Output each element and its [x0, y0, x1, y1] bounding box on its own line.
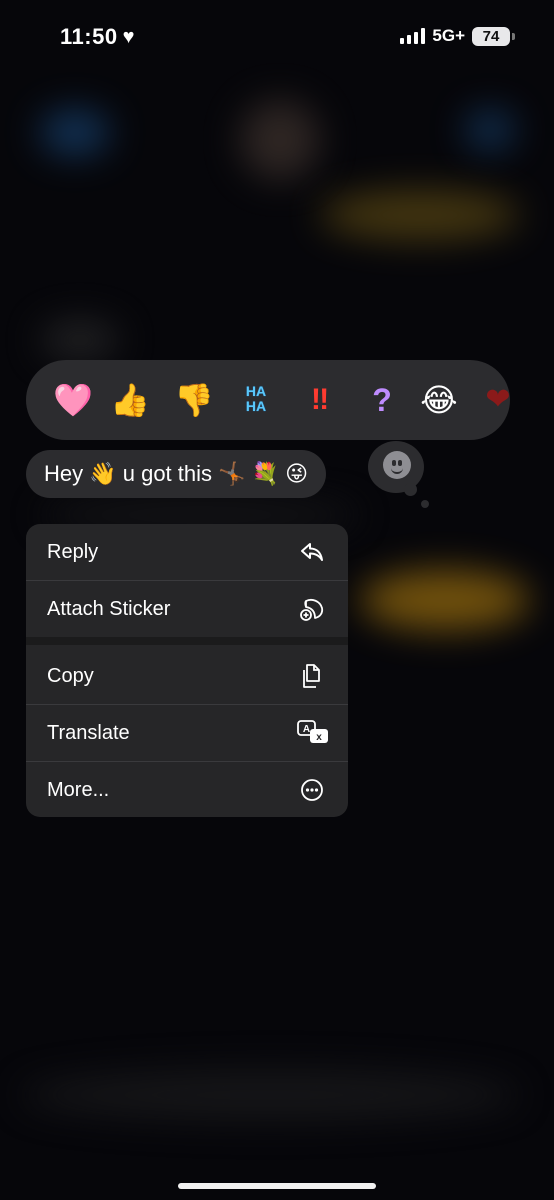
translate-icon: A x [297, 720, 328, 743]
more-reactions-partial-icon[interactable]: ❤ [478, 380, 510, 420]
network-type: 5G+ [432, 26, 465, 45]
heart-icon: ♥ [122, 25, 135, 48]
translate-label: Translate [47, 721, 130, 744]
battery-level: 74 [482, 27, 500, 45]
message-text: Hey 👋 u got this 🤸🏾 💐 😜 [44, 461, 309, 486]
thumbs-down-reaction-icon[interactable]: 👎 [174, 380, 214, 420]
status-time: 11:50 [60, 24, 118, 49]
thought-bubble-dot [421, 500, 429, 508]
status-indicators: 5G+ 74 [400, 26, 515, 46]
thumbs-up-reaction-icon[interactable]: 👍 [110, 380, 150, 420]
menu-group-divider [26, 637, 348, 645]
more-label: More... [47, 778, 110, 801]
reply-label: Reply [47, 540, 99, 563]
copy-label: Copy [47, 664, 94, 687]
reply-arrow-icon [301, 543, 323, 561]
heart-reaction-icon[interactable]: 🩷 [53, 380, 93, 420]
question-reaction-icon[interactable]: ? [362, 380, 402, 420]
status-time-group: 11:50 ♥ [60, 24, 135, 50]
message-bubble[interactable]: Hey 👋 u got this 🤸🏾 💐 😜 [26, 450, 327, 498]
svg-text:A: A [303, 724, 310, 735]
ellipsis-circle-icon [301, 779, 323, 801]
thought-bubble-dot [404, 483, 417, 496]
battery-icon: 74 [472, 26, 515, 46]
reply-menu-item[interactable]: Reply [26, 524, 348, 580]
attach-sticker-label: Attach Sticker [47, 597, 171, 620]
svg-text:x: x [316, 732, 322, 743]
more-menu-item[interactable]: More... [26, 762, 348, 817]
message-context-menu: Reply Attach Sticker Copy Translate A x [26, 524, 348, 817]
home-indicator[interactable] [178, 1183, 376, 1189]
emphasize-reaction-icon[interactable]: ‼ [300, 380, 340, 420]
laughing-reaction-icon[interactable]: 😂 [419, 380, 459, 420]
tapback-reaction-bar: 🩷 👍 👎 HA HA ‼ ? 😂 ❤ [26, 360, 510, 440]
cellular-signal-icon [400, 28, 426, 44]
attach-sticker-menu-item[interactable]: Attach Sticker [26, 581, 348, 637]
translate-menu-item[interactable]: Translate A x [26, 705, 348, 761]
status-bar: 11:50 ♥ 5G+ 74 [0, 0, 554, 76]
copy-menu-item[interactable]: Copy [26, 648, 348, 704]
smiley-face-icon[interactable] [383, 451, 411, 479]
copy-icon [303, 664, 320, 688]
sticker-icon [300, 598, 324, 621]
haha-reaction-icon[interactable]: HA HA [236, 384, 276, 424]
